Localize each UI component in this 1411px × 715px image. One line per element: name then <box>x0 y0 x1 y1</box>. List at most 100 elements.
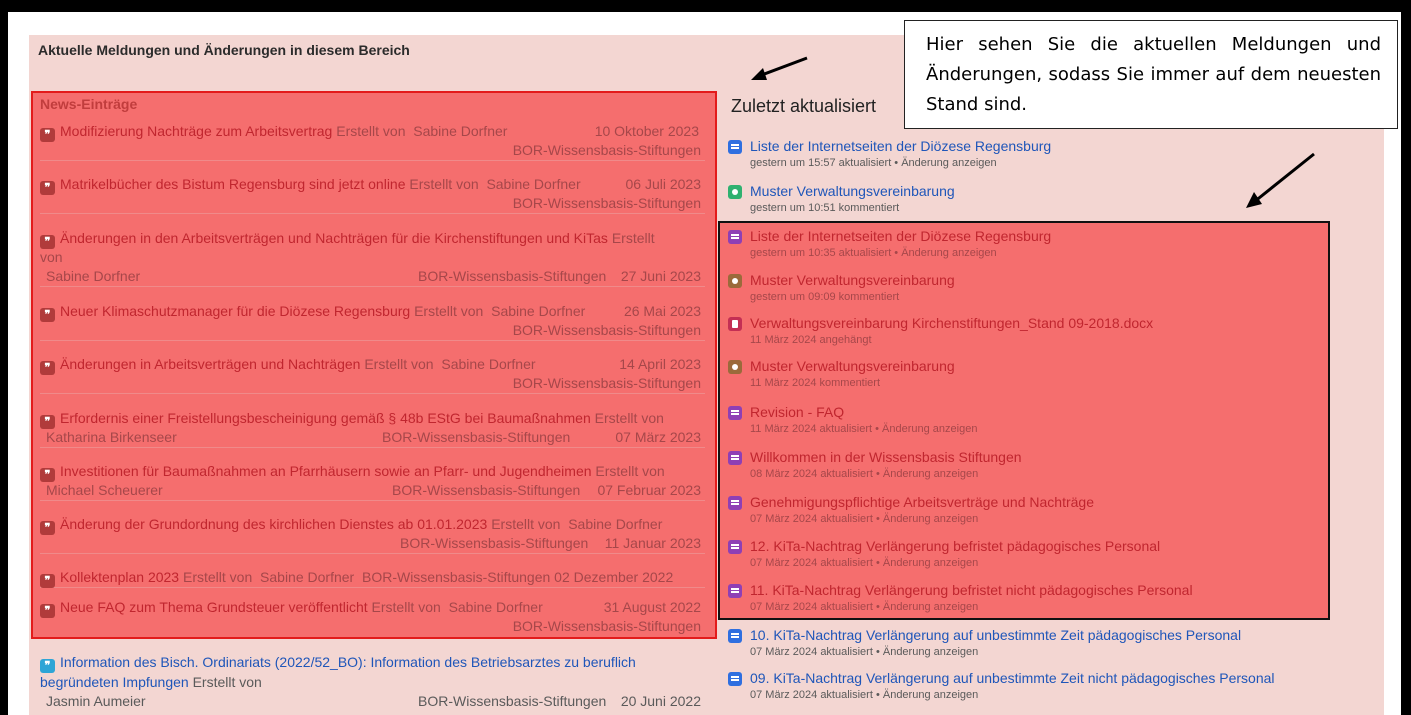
recent-item-meta: 11 März 2024 angehängt <box>750 334 872 346</box>
news-item-space[interactable]: BOR-Wissensbasis-Stiftungen <box>400 534 588 553</box>
comment-icon <box>728 185 742 199</box>
quote-icon: ❞ <box>40 468 55 482</box>
news-item-date: 06 Juli 2023 <box>625 176 701 192</box>
news-item-date: 07 Februar 2023 <box>597 482 701 498</box>
page-icon <box>728 629 742 643</box>
news-item-title[interactable]: Erfordernis einer Freistellungsbescheini… <box>60 410 591 426</box>
news-item-author[interactable]: Jasmin Aumeier <box>40 693 146 709</box>
recent-item-meta: gestern um 09:09 kommentiert <box>750 291 900 303</box>
recent-item-meta: 07 März 2024 aktualisiert • Änderung anz… <box>750 601 979 613</box>
recent-item-title[interactable]: Verwaltungsvereinbarung Kirchenstiftunge… <box>750 315 1153 331</box>
recent-item-meta: 07 März 2024 aktualisiert • Änderung anz… <box>750 689 979 701</box>
recent-item-title[interactable]: Muster Verwaltungsvereinbarung <box>750 272 955 288</box>
news-item-title[interactable]: Neuer Klimaschutzmanager für die Diözese… <box>60 303 410 319</box>
quote-icon: ❞ <box>40 181 55 195</box>
news-item-title[interactable]: Änderungen in den Arbeitsverträgen und N… <box>60 230 608 246</box>
news-item-space[interactable]: BOR-Wissensbasis-Stiftungen <box>362 569 550 585</box>
quote-icon: ❞ <box>40 604 55 618</box>
news-item: ❞ Erfordernis einer Freistellungsbeschein… <box>40 409 705 448</box>
news-item: ❞ Neue FAQ zum Thema Grundsteuer veröffen… <box>40 598 705 636</box>
news-item-title[interactable]: Modifizierung Nachträge zum Arbeitsvertr… <box>60 123 332 139</box>
news-item: ❞ Änderungen in Arbeitsverträgen und Nach… <box>40 355 705 394</box>
recent-item-title[interactable]: Muster Verwaltungsvereinbarung <box>750 358 955 374</box>
news-item: ❞ Modifizierung Nachträge zum Arbeitsvert… <box>40 122 705 161</box>
arrow-pointer-down-left <box>1246 152 1315 208</box>
news-item-date: 31 August 2022 <box>603 599 701 615</box>
comment-icon <box>728 360 742 374</box>
news-item-unhighlighted: ❞ Information des Bisch. Ordinariats (202… <box>40 654 701 711</box>
news-item-space[interactable]: BOR-Wissensbasis-Stiftungen <box>513 374 701 393</box>
recent-item-meta: gestern um 15:57 aktualisiert • Änderung… <box>750 157 997 169</box>
page-icon <box>728 140 742 154</box>
recent-item-title[interactable]: Genehmigungspflichtige Arbeitsverträge u… <box>750 494 1094 510</box>
page-icon <box>728 406 742 420</box>
news-item-space[interactable]: BOR-Wissensbasis-Stiftungen <box>392 481 580 500</box>
news-item-title[interactable]: Änderungen in Arbeitsverträgen und Nacht… <box>60 356 360 372</box>
news-item-author[interactable]: Sabine Dorfner <box>413 123 507 139</box>
news-item-author[interactable]: Sabine Dorfner <box>260 569 354 585</box>
news-item-title[interactable]: Information des Bisch. Ordinariats (2022… <box>60 654 636 670</box>
comment-icon <box>728 274 742 288</box>
recent-item-title[interactable]: Muster Verwaltungsvereinbarung <box>750 183 955 199</box>
recent-item-title[interactable]: Revision - FAQ <box>750 404 844 420</box>
news-item-author[interactable]: Sabine Dorfner <box>491 303 585 319</box>
news-item-title[interactable]: Matrikelbücher des Bistum Regensburg sin… <box>60 176 406 192</box>
news-item-date: 26 Mai 2023 <box>623 303 701 319</box>
news-item-author[interactable]: Sabine Dorfner <box>40 268 140 284</box>
news-item-title[interactable]: Kollektenplan 2023 <box>60 569 179 585</box>
recent-item-meta: 11 März 2024 kommentiert <box>750 377 881 389</box>
recent-item-title[interactable]: 10. KiTa-Nachtrag Verlängerung auf unbes… <box>750 627 1241 643</box>
news-item: ❞ Änderung der Grundordnung des kirchlich… <box>40 515 705 554</box>
news-item-date: 20 Juni 2022 <box>620 693 701 709</box>
news-heading: News-Einträge <box>40 96 138 112</box>
recent-item-title[interactable]: 12. KiTa-Nachtrag Verlängerung befristet… <box>750 538 1160 554</box>
news-item: ❞ Änderungen in den Arbeitsverträgen und … <box>40 229 705 287</box>
recent-item-title[interactable]: Willkommen in der Wissensbasis Stiftunge… <box>750 449 1022 465</box>
page-icon <box>728 540 742 554</box>
news-item-space[interactable]: BOR-Wissensbasis-Stiftungen <box>513 141 701 160</box>
recent-item-title[interactable]: 11. KiTa-Nachtrag Verlängerung befristet… <box>750 582 1193 598</box>
recent-item-meta: gestern um 10:51 kommentiert <box>750 202 900 214</box>
news-item: ❞ Investitionen für Baumaßnahmen an Pfarr… <box>40 462 705 501</box>
news-item-author[interactable]: Sabine Dorfner <box>449 599 543 615</box>
news-item-date: 11 Januar 2023 <box>604 535 701 551</box>
recent-item-meta: 07 März 2024 aktualisiert • Änderung anz… <box>750 513 979 525</box>
recent-item-meta: 07 März 2024 aktualisiert • Änderung anz… <box>750 646 979 658</box>
quote-icon: ❞ <box>40 415 55 429</box>
news-item-date: 07 März 2023 <box>615 429 701 445</box>
recent-item-title[interactable]: Liste der Internetseiten der Diözese Reg… <box>750 138 1051 154</box>
quote-icon: ❞ <box>40 235 55 249</box>
quote-icon: ❞ <box>40 361 55 375</box>
recent-item-title[interactable]: Liste der Internetseiten der Diözese Reg… <box>750 228 1051 244</box>
news-item-author[interactable]: Sabine Dorfner <box>486 176 580 192</box>
news-item-space[interactable]: BOR-Wissensbasis-Stiftungen <box>418 267 606 286</box>
news-item-author[interactable]: Michael Scheuerer <box>40 482 163 498</box>
quote-icon: ❞ <box>40 521 55 535</box>
recent-item-meta: 11 März 2024 aktualisiert • Änderung anz… <box>750 423 978 435</box>
news-item-title[interactable]: Neue FAQ zum Thema Grundsteuer veröffent… <box>60 599 368 615</box>
arrow-pointer-left <box>751 56 808 80</box>
news-item-author[interactable]: Katharina Birkenseer <box>40 429 177 445</box>
quote-icon: ❞ <box>40 308 55 322</box>
news-item-title[interactable]: Investitionen für Baumaßnahmen an Pfarrh… <box>60 463 592 479</box>
quote-icon: ❞ <box>40 574 55 588</box>
news-item-space[interactable]: BOR-Wissensbasis-Stiftungen <box>382 428 570 447</box>
news-item-author[interactable]: Sabine Dorfner <box>568 516 662 532</box>
file-icon <box>728 317 742 331</box>
section-title: Aktuelle Meldungen und Änderungen in die… <box>38 42 410 58</box>
news-item: ❞ Matrikelbücher des Bistum Regensburg si… <box>40 175 705 214</box>
recent-item-meta: 08 März 2024 aktualisiert • Änderung anz… <box>750 468 979 480</box>
news-item-author[interactable]: Sabine Dorfner <box>441 356 535 372</box>
news-item-date: 02 Dezember 2022 <box>554 569 674 585</box>
quote-icon: ❞ <box>40 659 55 673</box>
news-item-date: 14 April 2023 <box>619 356 701 372</box>
news-item-title[interactable]: Änderung der Grundordnung des kirchliche… <box>60 516 487 532</box>
news-item-space[interactable]: BOR-Wissensbasis-Stiftungen <box>513 617 701 636</box>
news-item-space[interactable]: BOR-Wissensbasis-Stiftungen <box>418 692 606 711</box>
quote-icon: ❞ <box>40 128 55 142</box>
recent-item-title[interactable]: 09. KiTa-Nachtrag Verlängerung auf unbes… <box>750 670 1275 686</box>
news-item-space[interactable]: BOR-Wissensbasis-Stiftungen <box>513 194 701 213</box>
page-icon <box>728 496 742 510</box>
page-icon <box>728 584 742 598</box>
news-item-space[interactable]: BOR-Wissensbasis-Stiftungen <box>513 321 701 340</box>
